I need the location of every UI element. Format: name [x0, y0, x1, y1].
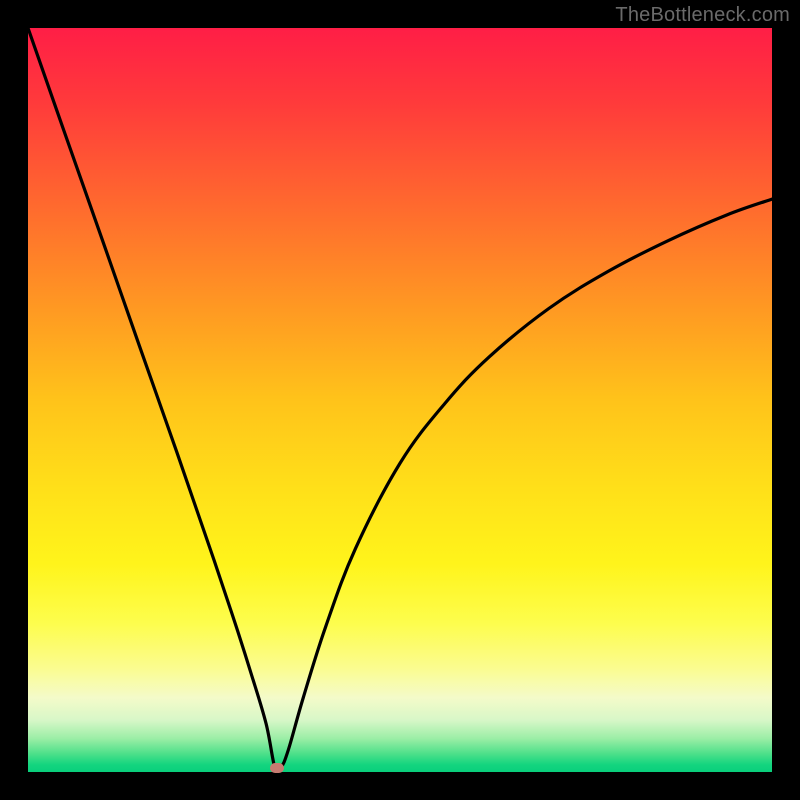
plot-area: [28, 28, 772, 772]
optimal-point-marker: [270, 763, 284, 773]
chart-frame: TheBottleneck.com: [0, 0, 800, 800]
curve-svg: [28, 28, 772, 772]
watermark-text: TheBottleneck.com: [615, 4, 790, 27]
bottleneck-curve: [28, 28, 772, 772]
